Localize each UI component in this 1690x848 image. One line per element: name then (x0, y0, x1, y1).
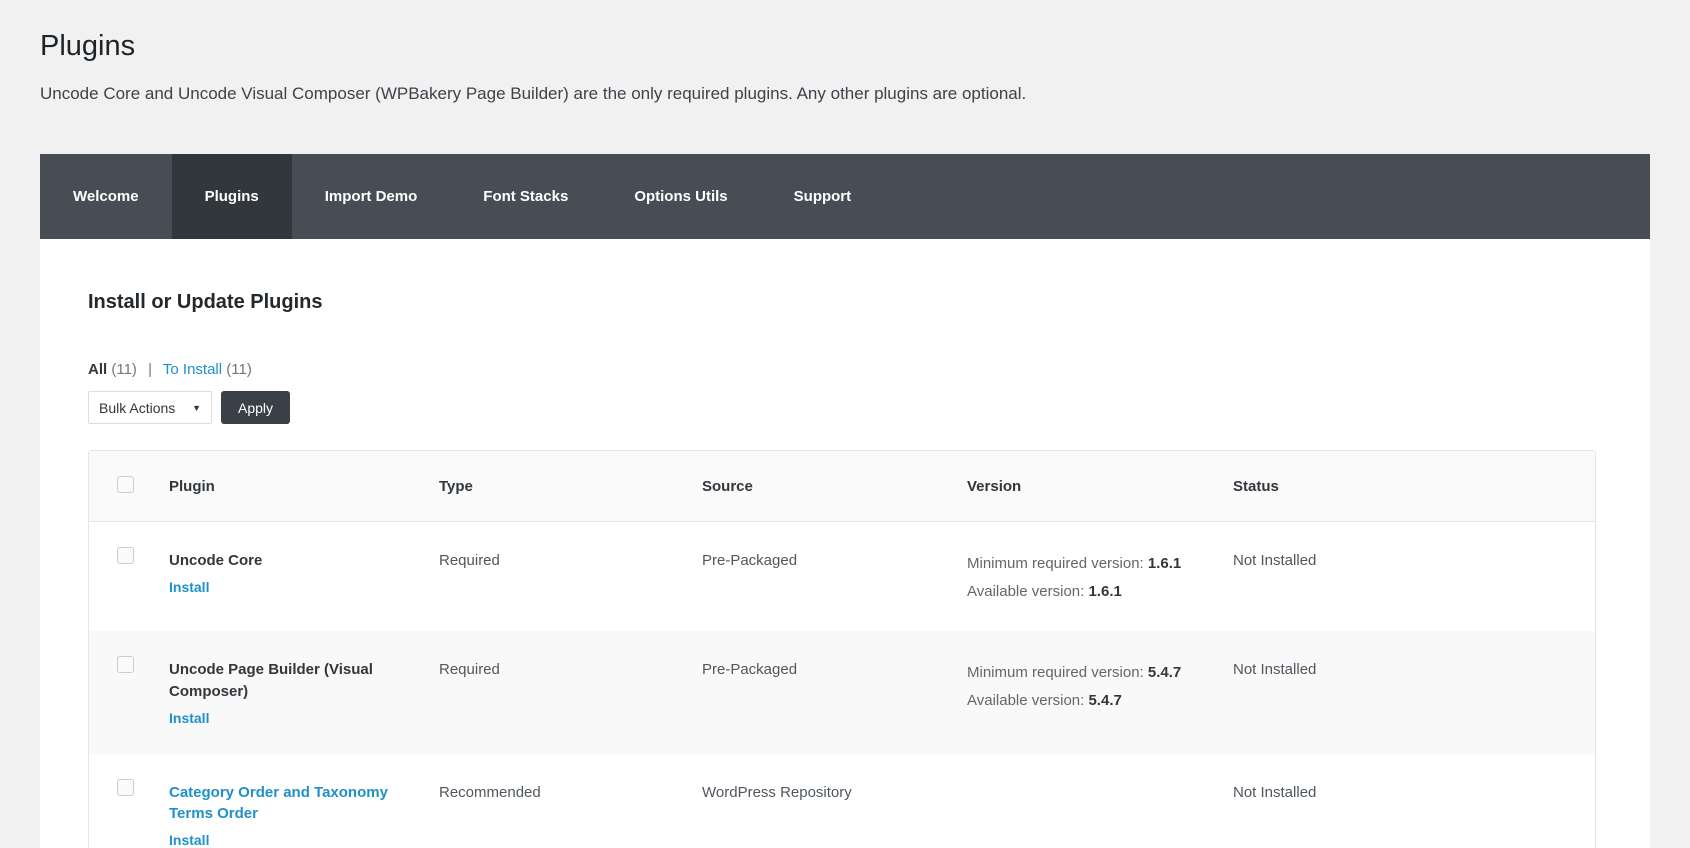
plugins-table: Plugin Type Source Version Status Uncode… (88, 450, 1596, 848)
column-header-version: Version (967, 451, 1233, 522)
column-header-source: Source (702, 451, 967, 522)
version-value: 1.6.1 (1147, 555, 1182, 572)
plugin-name: Uncode Core (169, 552, 263, 569)
plugin-status: Not Installed (1233, 783, 1317, 801)
tab-welcome[interactable]: Welcome (40, 154, 172, 239)
install-link[interactable]: Install (169, 831, 209, 848)
select-all-checkbox[interactable] (117, 475, 134, 493)
plugin-type: Recommended (439, 783, 541, 801)
row-checkbox[interactable] (117, 547, 134, 564)
table-row: Category Order and Taxonomy Terms Order … (89, 754, 1595, 848)
install-link[interactable]: Install (169, 578, 209, 598)
table-row: Uncode Core Install Required Pre-Package… (89, 522, 1595, 631)
filter-links: All (11) | To Install (11) (88, 361, 1596, 378)
install-link[interactable]: Install (169, 709, 209, 729)
version-value: 1.6.1 (1088, 583, 1122, 600)
column-header-status: Status (1233, 451, 1595, 522)
plugin-version: Minimum required version: 1.6.1 Availabl… (967, 522, 1233, 631)
row-checkbox[interactable] (117, 778, 134, 796)
tab-support[interactable]: Support (761, 154, 885, 239)
row-checkbox[interactable] (117, 656, 134, 673)
table-header-row: Plugin Type Source Version Status (89, 451, 1595, 522)
page-subtitle: Uncode Core and Uncode Visual Composer (… (40, 84, 1027, 103)
plugin-name-link[interactable]: Category Order and Taxonomy Terms Order (169, 782, 394, 826)
table-row: Uncode Page Builder (Visual Composer) In… (89, 631, 1595, 754)
version-label: Minimum required version: (967, 664, 1144, 681)
page-title: Plugins (40, 30, 136, 62)
plugin-type: Required (439, 552, 500, 569)
plugin-status: Not Installed (1233, 661, 1317, 678)
page-header: Plugins Uncode Core and Uncode Visual Co… (0, 0, 1690, 104)
filter-all-link[interactable]: All (88, 361, 107, 378)
filter-separator: | (148, 361, 152, 378)
bulk-actions-row: Bulk Actions ▼ Apply (88, 391, 1596, 424)
plugin-status: Not Installed (1233, 552, 1317, 569)
plugin-version (967, 754, 1233, 848)
plugin-source: WordPress Repository (702, 783, 852, 801)
tab-font-stacks[interactable]: Font Stacks (450, 154, 601, 239)
filter-to-install-link[interactable]: To Install (163, 361, 222, 378)
version-label: Available version: (967, 583, 1085, 600)
section-heading: Install or Update Plugins (88, 291, 323, 313)
bulk-actions-select[interactable]: Bulk Actions (88, 391, 212, 424)
plugin-version: Minimum required version: 5.4.7 Availabl… (967, 631, 1233, 754)
tab-plugins[interactable]: Plugins (171, 154, 292, 239)
apply-button[interactable]: Apply (221, 391, 291, 424)
theme-setup-tabbar: Welcome Plugins Import Demo Font Stacks … (40, 154, 1650, 239)
plugin-type: Required (439, 661, 500, 678)
plugin-source: Pre-Packaged (702, 552, 798, 569)
filter-to-install-count: (11) (226, 361, 252, 378)
version-value: 5.4.7 (1147, 664, 1182, 681)
plugin-name: Uncode Page Builder (Visual Composer) (169, 661, 373, 700)
plugins-panel: Install or Update Plugins All (11) | To … (40, 239, 1650, 848)
version-label: Minimum required version: (967, 555, 1144, 572)
tab-import-demo[interactable]: Import Demo (292, 154, 451, 239)
plugin-source: Pre-Packaged (702, 661, 798, 678)
filter-all-count: (11) (111, 361, 137, 378)
version-value: 5.4.7 (1088, 692, 1122, 709)
version-label: Available version: (967, 692, 1085, 709)
column-header-plugin: Plugin (169, 451, 439, 522)
tab-options-utils[interactable]: Options Utils (601, 154, 760, 239)
column-header-type: Type (439, 451, 702, 522)
